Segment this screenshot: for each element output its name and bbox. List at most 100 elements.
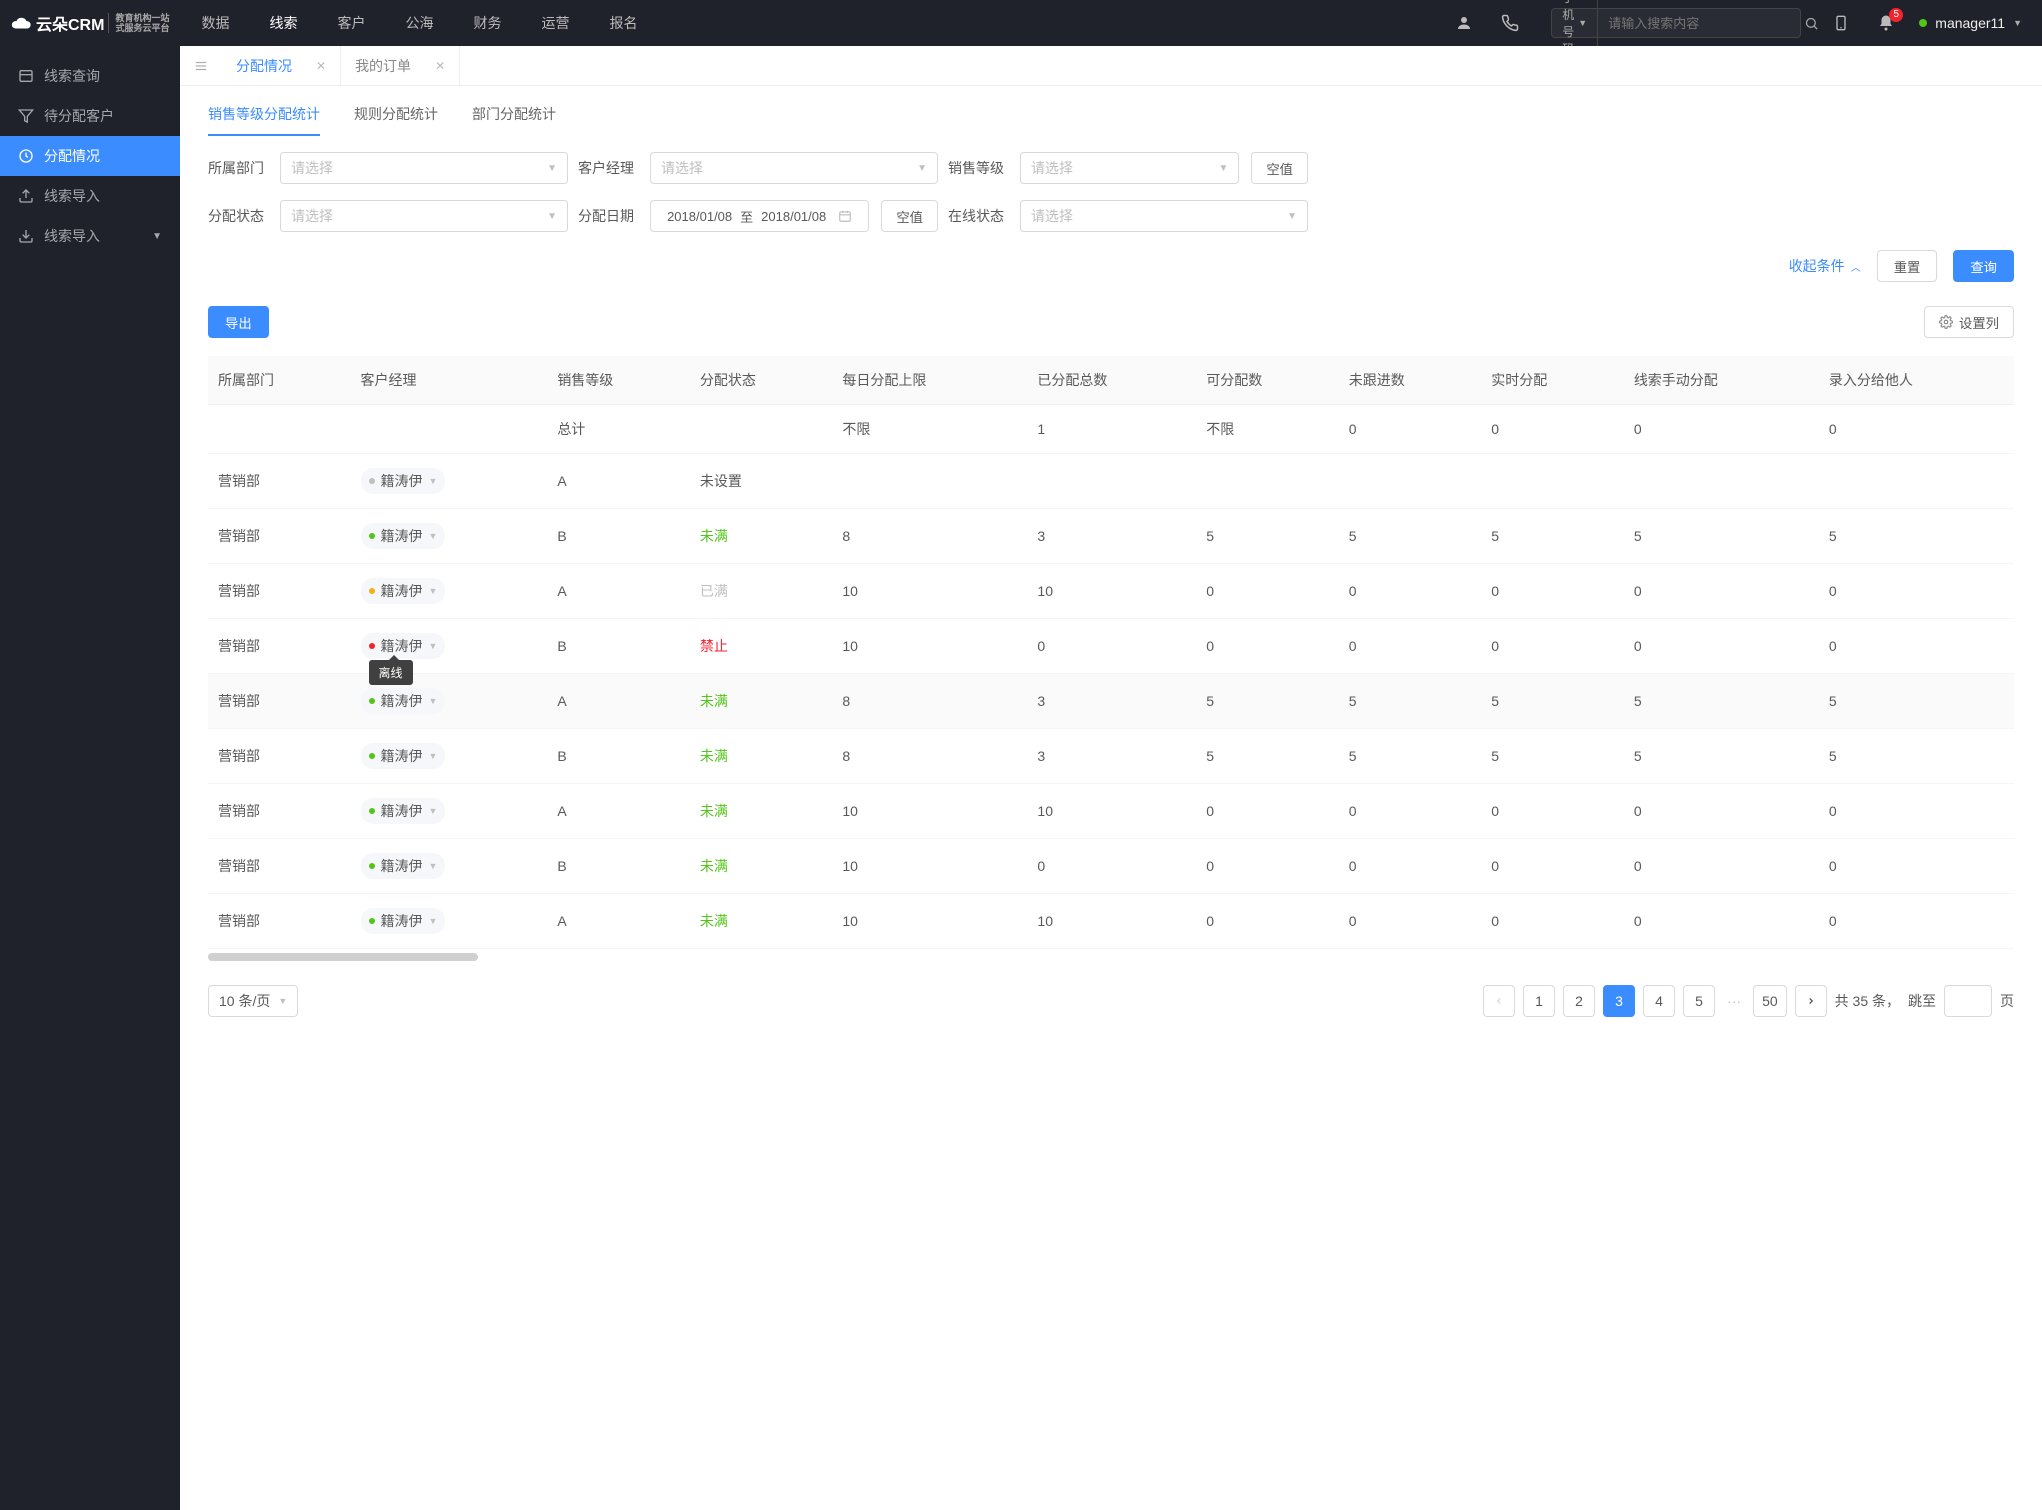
page-next[interactable]: [1795, 985, 1827, 1017]
cell: 0: [1339, 405, 1482, 454]
jump-input[interactable]: [1944, 985, 1992, 1017]
empty-value-button-level[interactable]: 空值: [1251, 152, 1308, 184]
page-number[interactable]: 2: [1563, 985, 1595, 1017]
cell-level: B: [547, 619, 690, 674]
cell: 0: [1624, 405, 1819, 454]
cell: 10: [832, 619, 1027, 674]
close-icon[interactable]: ✕: [435, 59, 445, 73]
sidebar-item[interactable]: 分配情况: [0, 136, 180, 176]
cell: 0: [1196, 894, 1339, 949]
query-button[interactable]: 查询: [1953, 250, 2014, 282]
reset-button[interactable]: 重置: [1877, 250, 1938, 282]
filter-label-level: 销售等级: [948, 158, 1008, 178]
username: manager11: [1935, 15, 2005, 31]
export-button[interactable]: 导出: [208, 306, 269, 338]
manager-pill[interactable]: 籍涛伊▼: [361, 468, 446, 494]
page-last[interactable]: 50: [1753, 985, 1787, 1017]
top-menu-item[interactable]: 数据: [199, 13, 231, 33]
cell: 8: [832, 729, 1027, 784]
page-prev[interactable]: [1483, 985, 1515, 1017]
cell-dept: 营销部: [208, 454, 351, 509]
cell: 5: [1624, 674, 1819, 729]
cell: 5: [1624, 509, 1819, 564]
status-dot-icon: [369, 478, 375, 484]
page-size-select[interactable]: 10 条/页 ▼: [208, 985, 298, 1017]
close-icon[interactable]: ✕: [316, 59, 326, 73]
cell-dept: 营销部: [208, 784, 351, 839]
cell: 5: [1196, 674, 1339, 729]
sidebar-item[interactable]: 线索导入: [0, 176, 180, 216]
top-menu-item[interactable]: 运营: [539, 13, 571, 33]
cell-dept: 营销部: [208, 729, 351, 784]
mobile-icon[interactable]: [1819, 13, 1863, 33]
page-number[interactable]: 4: [1643, 985, 1675, 1017]
cell: 5: [1819, 674, 2014, 729]
search-input[interactable]: [1598, 16, 1794, 31]
phone-icon[interactable]: [1487, 14, 1533, 32]
manager-pill[interactable]: 籍涛伊▼: [361, 523, 446, 549]
filter-select-status[interactable]: 请选择 ▼: [280, 200, 568, 232]
manager-pill[interactable]: 籍涛伊▼: [361, 688, 446, 714]
sidebar-item[interactable]: 待分配客户: [0, 96, 180, 136]
cell: 0: [1819, 405, 2014, 454]
manager-name: 籍涛伊: [381, 636, 423, 656]
top-menu-item[interactable]: 报名: [607, 13, 639, 33]
page-number[interactable]: 1: [1523, 985, 1555, 1017]
filter-select-level[interactable]: 请选择 ▼: [1020, 152, 1239, 184]
date-range-picker[interactable]: 2018/01/08 至 2018/01/08: [650, 200, 869, 232]
cell: 0: [1819, 619, 2014, 674]
manager-name: 籍涛伊: [381, 801, 423, 821]
user-icon[interactable]: [1441, 14, 1487, 32]
filter-label-online: 在线状态: [948, 206, 1008, 226]
sub-tab[interactable]: 规则分配统计: [354, 104, 438, 134]
cell: 不限: [832, 405, 1027, 454]
manager-pill[interactable]: 籍涛伊▼: [361, 798, 446, 824]
table-scroll[interactable]: 所属部门客户经理销售等级分配状态每日分配上限已分配总数可分配数未跟进数实时分配线…: [208, 356, 2014, 961]
tab-label: 分配情况: [236, 56, 292, 76]
sidebar-item[interactable]: 线索查询: [0, 56, 180, 96]
sub-tab[interactable]: 销售等级分配统计: [208, 104, 320, 134]
empty-value-button-date[interactable]: 空值: [881, 200, 938, 232]
top-menu-item[interactable]: 公海: [403, 13, 435, 33]
horizontal-scrollbar[interactable]: [208, 953, 478, 961]
menu-toggle-icon[interactable]: [180, 59, 222, 73]
page-tab[interactable]: 分配情况 ✕: [222, 46, 341, 85]
chevron-down-icon: ▼: [429, 861, 438, 871]
manager-pill[interactable]: 籍涛伊▼: [361, 908, 446, 934]
filter-select-online[interactable]: 请选择 ▼: [1020, 200, 1308, 232]
top-menu-item[interactable]: 客户: [335, 13, 367, 33]
logo[interactable]: 云朵CRM 教育机构一站式服务云平台: [10, 11, 169, 35]
top-menu-item[interactable]: 线索: [267, 13, 299, 33]
page-number[interactable]: 5: [1683, 985, 1715, 1017]
summary-row: 总计不限1不限0000: [208, 405, 2014, 454]
bell-icon[interactable]: 5: [1863, 14, 1909, 32]
filter-select-manager[interactable]: 请选择 ▼: [650, 152, 938, 184]
manager-pill[interactable]: 籍涛伊▼: [361, 853, 446, 879]
sidebar-label: 分配情况: [44, 146, 100, 166]
sub-tab[interactable]: 部门分配统计: [472, 104, 556, 134]
status-dot-icon: [1919, 19, 1927, 27]
page-tab[interactable]: 我的订单✕: [341, 46, 460, 85]
cell-level: B: [547, 509, 690, 564]
status-dot-icon: [369, 533, 375, 539]
page-number[interactable]: 3: [1603, 985, 1635, 1017]
cell-status: 未设置: [690, 454, 833, 509]
table-row: 营销部籍涛伊▼B未满10000000: [208, 839, 2014, 894]
manager-pill[interactable]: 籍涛伊▼: [361, 743, 446, 769]
filter-actions: 收起条件 ︿ 重置 查询: [208, 244, 2014, 302]
sidebar-item[interactable]: 线索导入 ▼: [0, 216, 180, 256]
collapse-link[interactable]: 收起条件 ︿: [1789, 256, 1861, 276]
sidebar-label: 线索导入: [44, 226, 100, 246]
chevron-down-icon: ▼: [429, 476, 438, 486]
cell: 0: [1819, 894, 2014, 949]
manager-pill[interactable]: 籍涛伊▼: [361, 578, 446, 604]
columns-button[interactable]: 设置列: [1924, 306, 2014, 338]
column-header: 录入分给他人: [1819, 356, 2014, 405]
filter-select-dept[interactable]: 请选择 ▼: [280, 152, 568, 184]
cell-status: 已满: [690, 564, 833, 619]
top-menu-item[interactable]: 财务: [471, 13, 503, 33]
manager-pill[interactable]: 籍涛伊▼离线: [361, 633, 446, 659]
chevron-down-icon: ▼: [152, 231, 162, 242]
user-menu[interactable]: manager11 ▼: [1919, 15, 2022, 31]
cell-level: A: [547, 784, 690, 839]
